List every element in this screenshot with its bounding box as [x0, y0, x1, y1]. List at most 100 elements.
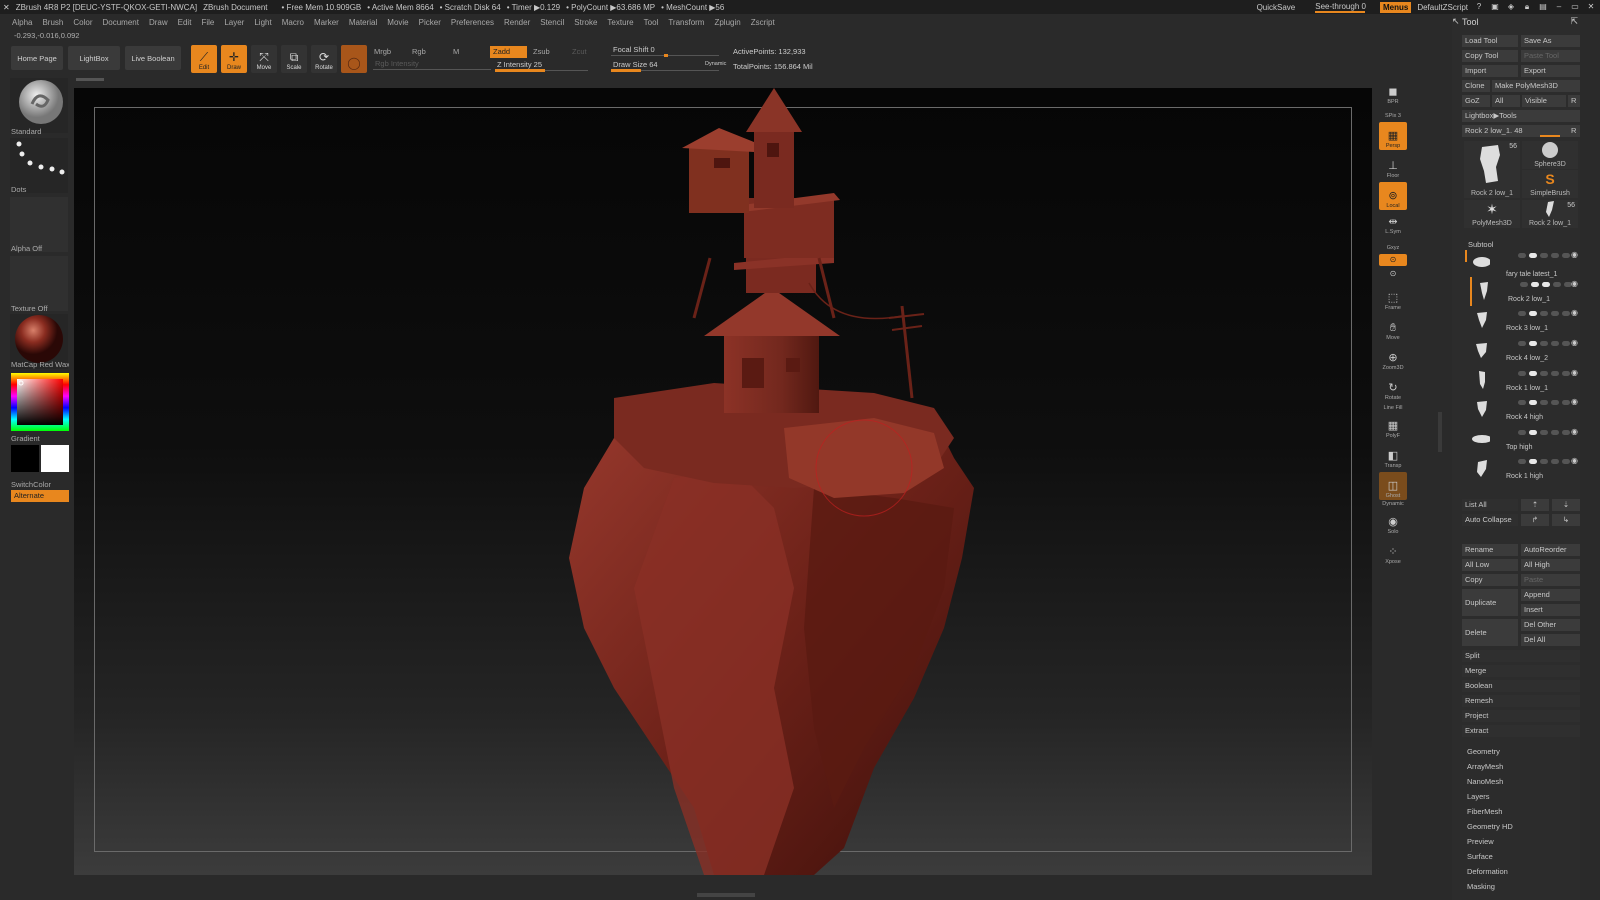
menu-color[interactable]: Color	[73, 18, 92, 27]
home-page-button[interactable]: Home Page	[11, 46, 63, 70]
brush-picker[interactable]	[10, 78, 68, 133]
fibermesh-section[interactable]: FiberMesh	[1467, 807, 1502, 816]
solo-button[interactable]: ◉ Solo	[1379, 508, 1407, 536]
preview-section[interactable]: Preview	[1467, 837, 1494, 846]
merge-section[interactable]: Merge	[1462, 665, 1580, 677]
palette-icon[interactable]: ◈	[1506, 2, 1516, 12]
tool-thumb-rock2-b[interactable]: 56 Rock 2 low_1	[1522, 200, 1578, 228]
bpr-button[interactable]: ◼ BPR	[1379, 78, 1407, 106]
arrow-right-up-icon[interactable]: ↱	[1521, 514, 1549, 526]
palette-popout-icon[interactable]: ⇱	[1570, 16, 1578, 27]
layers-section[interactable]: Layers	[1467, 792, 1490, 801]
tool-thumb-polymesh3d[interactable]: ✶ PolyMesh3D	[1464, 200, 1520, 228]
rotate-y-button[interactable]: ⊙	[1379, 254, 1407, 266]
make-polymesh-button[interactable]: Make PolyMesh3D	[1492, 80, 1580, 92]
visibility-eye-icon[interactable]: ◉	[1571, 456, 1578, 465]
goz-visible-button[interactable]: Visible	[1522, 95, 1566, 107]
primary-color-swatch[interactable]	[11, 445, 39, 472]
subtool-row[interactable]: ◉ Top high	[1470, 425, 1580, 454]
move-down-icon[interactable]: ⇣	[1552, 499, 1580, 511]
split-section[interactable]: Split	[1462, 650, 1580, 662]
import-button[interactable]: Import	[1462, 65, 1518, 77]
duplicate-button[interactable]: Duplicate	[1462, 589, 1518, 616]
visibility-eye-icon[interactable]: ◉	[1571, 308, 1578, 317]
menu-texture[interactable]: Texture	[607, 18, 633, 27]
extract-section[interactable]: Extract	[1462, 725, 1580, 737]
draw-size-slider[interactable]: Draw Size 64	[611, 59, 719, 73]
del-all-button[interactable]: Del All	[1521, 634, 1580, 646]
frame-button[interactable]: ⬚ Frame	[1379, 284, 1407, 312]
layout-icon[interactable]: ▣	[1490, 2, 1500, 12]
z-intensity-slider[interactable]: Z Intensity 25	[495, 59, 588, 73]
color-picker[interactable]	[11, 373, 69, 431]
deformation-section[interactable]: Deformation	[1467, 867, 1508, 876]
goz-all-button[interactable]: All	[1492, 95, 1520, 107]
subtool-row[interactable]: ◉ Rock 3 low_1	[1470, 306, 1580, 335]
project-section[interactable]: Project	[1462, 710, 1580, 722]
move-up-icon[interactable]: ⇡	[1521, 499, 1549, 511]
menu-render[interactable]: Render	[504, 18, 530, 27]
lsym-button[interactable]: ⇹ L.Sym	[1379, 212, 1407, 236]
geometry-section[interactable]: Geometry	[1467, 747, 1500, 756]
rotate-view-button[interactable]: ↻ Rotate	[1379, 374, 1407, 402]
canvas-scrollbar-bottom[interactable]	[697, 893, 755, 897]
clone-button[interactable]: Clone	[1462, 80, 1490, 92]
del-other-button[interactable]: Del Other	[1521, 619, 1580, 631]
spix-slider[interactable]: SPix 3	[1379, 106, 1407, 120]
list-all-button[interactable]: List All	[1462, 499, 1518, 511]
all-high-button[interactable]: All High	[1521, 559, 1580, 571]
visibility-eye-icon[interactable]: ◉	[1571, 279, 1578, 288]
menu-transform[interactable]: Transform	[668, 18, 704, 27]
local-button[interactable]: ⊚ Local	[1379, 182, 1407, 210]
delete-button[interactable]: Delete	[1462, 619, 1518, 646]
mrgb-button[interactable]: Mrgb	[374, 47, 391, 56]
transp-button[interactable]: ◧ Transp	[1379, 442, 1407, 470]
edit-button[interactable]: ⟋ Edit	[191, 45, 217, 73]
menu-stroke[interactable]: Stroke	[574, 18, 597, 27]
arraymesh-section[interactable]: ArrayMesh	[1467, 762, 1503, 771]
visibility-eye-icon[interactable]: ◉	[1571, 250, 1578, 259]
rename-button[interactable]: Rename	[1462, 544, 1518, 556]
append-button[interactable]: Append	[1521, 589, 1580, 601]
texture-picker[interactable]	[10, 256, 68, 311]
menu-file[interactable]: File	[201, 18, 214, 27]
geometry-hd-section[interactable]: Geometry HD	[1467, 822, 1513, 831]
lightbox-button[interactable]: LightBox	[68, 46, 120, 70]
polyf-button[interactable]: ▦ PolyF	[1379, 412, 1407, 440]
zadd-button[interactable]: Zadd	[490, 46, 527, 58]
restore-icon[interactable]: ▤	[1538, 2, 1548, 12]
shelf-scrollbar[interactable]	[1438, 412, 1442, 452]
move-button[interactable]: ⤧ Move	[251, 45, 277, 73]
menu-tool[interactable]: Tool	[644, 18, 659, 27]
live-boolean-button[interactable]: Live Boolean	[125, 46, 181, 70]
lightbox-tools-button[interactable]: Lightbox▶Tools	[1462, 110, 1580, 122]
rotate-button[interactable]: ⟳ Rotate	[311, 45, 337, 73]
menu-stencil[interactable]: Stencil	[540, 18, 564, 27]
tool-thumb-rock2[interactable]: 56 Rock 2 low_1	[1464, 141, 1520, 198]
save-as-button[interactable]: Save As	[1521, 35, 1580, 47]
current-tool-r-button[interactable]: R	[1568, 125, 1580, 137]
switchcolor-button[interactable]: SwitchColor	[11, 480, 51, 489]
menu-alpha[interactable]: Alpha	[12, 18, 32, 27]
subtool-row[interactable]: ◉ Rock 4 high	[1470, 395, 1580, 424]
visibility-eye-icon[interactable]: ◉	[1571, 368, 1578, 377]
visibility-eye-icon[interactable]: ◉	[1571, 397, 1578, 406]
tool-thumb-simplebrush[interactable]: S SimpleBrush	[1522, 170, 1578, 198]
alternate-toggle[interactable]: Alternate	[11, 490, 69, 502]
menu-macro[interactable]: Macro	[282, 18, 304, 27]
subtool-row[interactable]: ◉ Rock 1 high	[1470, 454, 1580, 483]
visibility-eye-icon[interactable]: ◉	[1571, 338, 1578, 347]
lock-icon[interactable]: 🔒︎	[1522, 2, 1532, 12]
export-button[interactable]: Export	[1521, 65, 1580, 77]
rgb-intensity-slider[interactable]: Rgb Intensity	[373, 58, 491, 72]
scale-button[interactable]: ⧉ Scale	[281, 45, 307, 73]
close-icon[interactable]: ✕	[1586, 2, 1596, 12]
dynamic-size-toggle[interactable]: Dynamic	[705, 61, 726, 67]
menu-picker[interactable]: Picker	[419, 18, 441, 27]
help-icon[interactable]: ?	[1474, 2, 1484, 12]
gxyz-button[interactable]: Gxyz	[1379, 236, 1407, 252]
menu-brush[interactable]: Brush	[42, 18, 63, 27]
ghost-button[interactable]: ◫ Ghost	[1379, 472, 1407, 500]
masking-section[interactable]: Masking	[1467, 882, 1495, 891]
subtool-row[interactable]: ◉ Rock 4 low_2	[1470, 336, 1580, 365]
